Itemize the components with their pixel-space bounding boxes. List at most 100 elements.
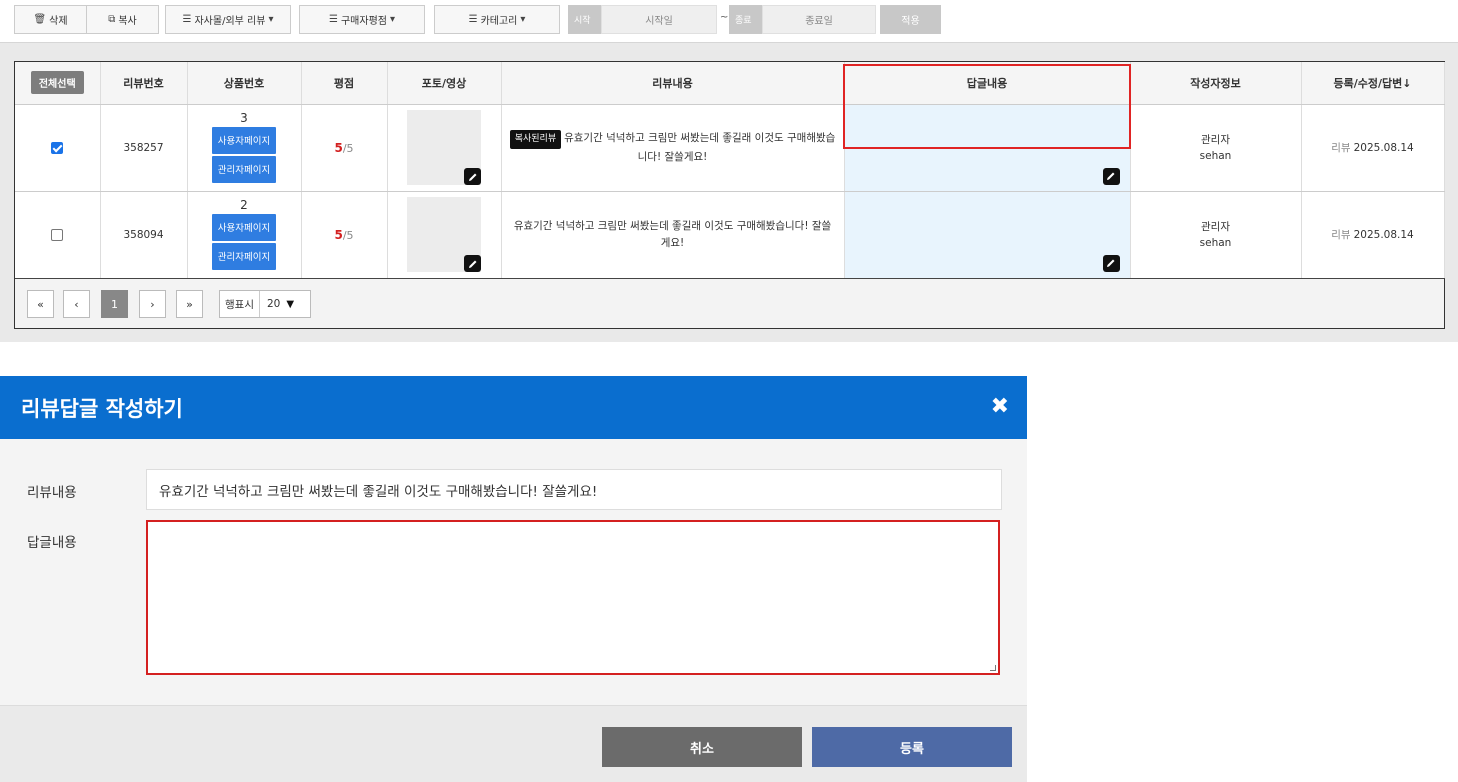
header-dates-sort[interactable]: 등록/수정/답변↓ — [1301, 62, 1445, 105]
review-table-container: 전체선택 리뷰번호 상품번호 평점 포토/영상 리뷰내용 답글내용 작성자정보 … — [14, 61, 1445, 329]
first-page-button[interactable]: « — [27, 290, 54, 318]
caret-down-icon: ▾ — [389, 14, 395, 25]
rows-per-page-label: 행표시 — [220, 291, 260, 317]
header-rating[interactable]: 평점 — [301, 62, 388, 105]
admin-page-button[interactable]: 관리자페이지 — [212, 155, 276, 183]
pencil-icon[interactable] — [464, 255, 481, 272]
rating-max: /5 — [342, 141, 354, 155]
trash-icon: 🗑 — [33, 14, 47, 25]
copied-review-badge: 복사된리뷰 — [509, 129, 562, 149]
user-page-button[interactable]: 사용자페이지 — [212, 213, 276, 241]
header-photo-video[interactable]: 포토/영상 — [387, 62, 502, 105]
pagination-bar: « ‹ 1 › » 행표시 20 ▼ — [15, 279, 1444, 328]
category-filter[interactable]: ☰ 카테고리 ▾ — [434, 5, 560, 34]
pencil-icon[interactable] — [1102, 167, 1120, 185]
table-row: 358094 2 사용자페이지 관리자페이지 5/5 유효기간 넉넉하고 크림만… — [15, 191, 1445, 279]
modal-title: 리뷰답글 작성하기 — [21, 396, 183, 421]
header-review-no[interactable]: 리뷰번호 — [100, 62, 188, 105]
copy-label: 복사 — [118, 16, 137, 27]
delete-label: 삭제 — [49, 16, 68, 27]
copy-icon: ⧉ — [108, 14, 116, 25]
review-content-cell: 유효기간 넉넉하고 크림만 써봤는데 좋길래 이것도 구매해봤습니다! 잘쓸게요… — [501, 191, 845, 279]
reply-content-label: 답글내용 — [27, 535, 77, 551]
apply-button[interactable]: 적용 — [880, 5, 941, 34]
review-number: 358094 — [100, 191, 188, 279]
date-separator: ~ — [720, 12, 729, 23]
date-value: 2025.08.14 — [1353, 229, 1414, 241]
toolbar: 🗑 삭제 ⧉ 복사 ☰ 자사몰/외부 리뷰 ▾ ☰ 구매자평점 ▾ ☰ 카테고리… — [0, 0, 1458, 42]
photo-thumbnail[interactable] — [407, 110, 481, 185]
header-product-no[interactable]: 상품번호 — [187, 62, 302, 105]
start-date-input[interactable]: 시작일 — [601, 5, 717, 34]
header-reply-content[interactable]: 답글내용 — [844, 62, 1131, 105]
reply-textarea[interactable] — [146, 520, 1000, 675]
select-all-button[interactable]: 전체선택 — [30, 71, 84, 95]
copy-button[interactable]: ⧉ 복사 — [86, 5, 159, 34]
product-number: 2 — [240, 197, 248, 212]
reply-content-cell[interactable] — [844, 104, 1131, 192]
chevron-down-icon: ▼ — [286, 298, 295, 310]
header-writer-info[interactable]: 작성자정보 — [1130, 62, 1302, 105]
close-icon[interactable]: ✖ — [991, 396, 1009, 418]
resize-handle[interactable] — [990, 665, 996, 671]
last-page-button[interactable]: » — [176, 290, 203, 318]
review-list-panel: 전체선택 리뷰번호 상품번호 평점 포토/영상 리뷰내용 답글내용 작성자정보 … — [0, 42, 1458, 342]
cancel-button[interactable]: 취소 — [602, 727, 802, 767]
end-date-label: 종료 — [729, 5, 763, 34]
writer-role: 관리자 — [1201, 220, 1230, 233]
category-filter-label: 카테고리 — [480, 16, 518, 27]
date-cell: 리뷰 2025.08.14 — [1301, 104, 1445, 192]
delete-button[interactable]: 🗑 삭제 — [14, 5, 87, 34]
rating-filter[interactable]: ☰ 구매자평점 ▾ — [299, 5, 425, 34]
rating-score: 5 — [334, 140, 343, 155]
review-content-label: 리뷰내용 — [27, 485, 77, 501]
review-content-field: 유효기간 넉넉하고 크림만 써봤는데 좋길래 이것도 구매해봤습니다! 잘쓸게요… — [146, 469, 1002, 510]
filter-icon: ☰ — [182, 14, 192, 25]
page-1-button[interactable]: 1 — [101, 290, 128, 318]
modal-footer: 취소 등록 — [0, 705, 1027, 782]
date-value: 2025.08.14 — [1353, 142, 1414, 154]
rating-cell: 5/5 — [301, 191, 388, 279]
photo-thumbnail[interactable] — [407, 197, 481, 272]
reply-modal: 리뷰답글 작성하기 ✖ 리뷰내용 유효기간 넉넉하고 크림만 써봤는데 좋길래 … — [0, 376, 1027, 782]
writer-id: sehan — [1199, 236, 1232, 249]
filter-icon: ☰ — [468, 14, 478, 25]
next-page-button[interactable]: › — [139, 290, 166, 318]
date-type-label: 리뷰 — [1331, 229, 1351, 241]
caret-down-icon: ▾ — [268, 14, 274, 25]
header-review-content[interactable]: 리뷰내용 — [501, 62, 845, 105]
rating-filter-label: 구매자평점 — [340, 16, 387, 27]
row-checkbox[interactable] — [51, 228, 64, 241]
row-checkbox[interactable] — [51, 141, 64, 154]
product-number: 3 — [240, 110, 248, 125]
writer-id: sehan — [1199, 149, 1232, 162]
submit-button[interactable]: 등록 — [812, 727, 1012, 767]
date-type-label: 리뷰 — [1331, 142, 1351, 154]
review-source-filter-label: 자사몰/외부 리뷰 — [194, 16, 266, 27]
reply-content-cell[interactable] — [844, 191, 1131, 279]
caret-down-icon: ▾ — [520, 14, 526, 25]
table-header-row: 전체선택 리뷰번호 상품번호 평점 포토/영상 리뷰내용 답글내용 작성자정보 … — [15, 62, 1445, 105]
review-source-filter[interactable]: ☰ 자사몰/외부 리뷰 ▾ — [165, 5, 291, 34]
pencil-icon[interactable] — [1102, 254, 1120, 272]
review-content-cell: 복사된리뷰 유효기간 넉넉하고 크림만 써봤는데 좋길래 이것도 구매해봤습니다!… — [501, 104, 845, 192]
admin-page-button[interactable]: 관리자페이지 — [212, 242, 276, 270]
rating-cell: 5/5 — [301, 104, 388, 192]
user-page-button[interactable]: 사용자페이지 — [212, 126, 276, 154]
filter-icon: ☰ — [329, 14, 338, 25]
writer-info-cell: 관리자 sehan — [1130, 104, 1302, 192]
writer-info-cell: 관리자 sehan — [1130, 191, 1302, 279]
end-date-input[interactable]: 종료일 — [762, 5, 876, 34]
review-table: 전체선택 리뷰번호 상품번호 평점 포토/영상 리뷰내용 답글내용 작성자정보 … — [15, 62, 1445, 279]
rating-max: /5 — [342, 228, 354, 242]
rows-per-page-select[interactable]: 행표시 20 ▼ — [219, 290, 311, 318]
review-content-text: 유효기간 넉넉하고 크림만 써봤는데 좋길래 이것도 구매해봤습니다! 잘쓸게요… — [513, 219, 832, 249]
rows-per-page-value: 20 — [266, 298, 281, 310]
review-number: 358257 — [100, 104, 188, 192]
pencil-icon[interactable] — [464, 168, 481, 185]
modal-header: 리뷰답글 작성하기 ✖ — [0, 376, 1027, 439]
prev-page-button[interactable]: ‹ — [63, 290, 90, 318]
start-date-label: 시작 — [568, 5, 602, 34]
rating-score: 5 — [334, 227, 343, 242]
table-row: 358257 3 사용자페이지 관리자페이지 5/5 복사된리뷰 유효기간 넉넉하… — [15, 104, 1445, 192]
